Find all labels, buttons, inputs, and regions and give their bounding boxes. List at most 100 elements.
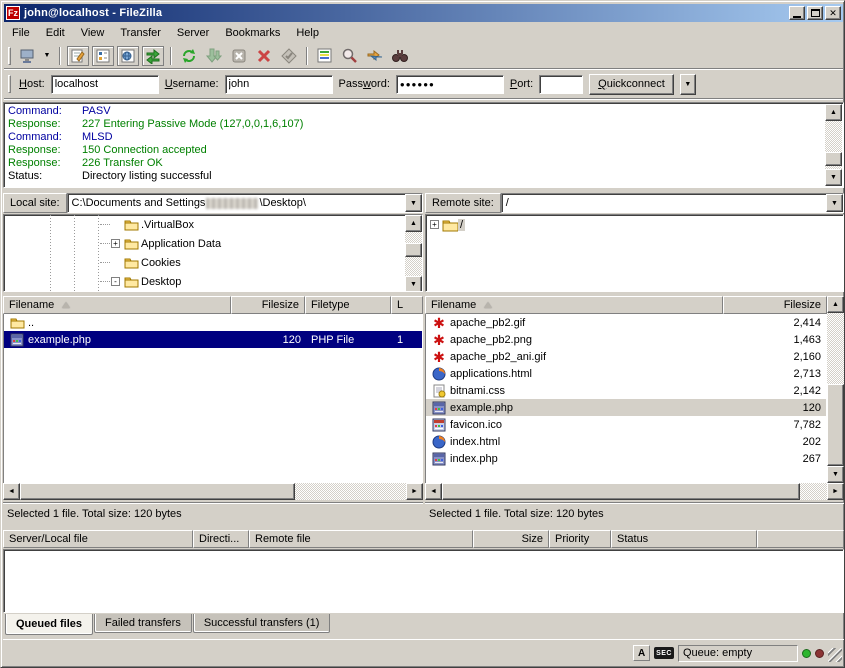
close-button[interactable]: ✕ [825, 6, 841, 20]
site-manager-dropdown-icon[interactable]: ▼ [41, 46, 53, 66]
file-row-example-php[interactable]: example.php 120 [426, 399, 826, 416]
remote-hscrollbar[interactable]: ◄ ► [425, 483, 844, 500]
synchronized-browsing-icon[interactable] [364, 46, 386, 66]
menu-bookmarks[interactable]: Bookmarks [217, 25, 288, 41]
log-scrollbar[interactable]: ▲ ▼ [825, 104, 842, 186]
log-line: Response:226 Transfer OK [8, 157, 823, 170]
remote-site-combo[interactable]: / ▼ [501, 193, 844, 213]
port-input[interactable] [539, 75, 583, 94]
file-row[interactable]: bitnami.css 2,142 [426, 382, 826, 399]
menu-view[interactable]: View [73, 25, 113, 41]
column-header-size[interactable]: Size [473, 530, 549, 548]
file-row[interactable]: ✱apache_pb2_ani.gif 2,160 [426, 348, 826, 365]
file-row[interactable]: favicon.ico 7,782 [426, 416, 826, 433]
scroll-left-icon[interactable]: ◄ [425, 483, 442, 500]
title-bar[interactable]: Fz john@localhost - FileZilla ✕ [4, 4, 843, 22]
maximize-icon [811, 9, 820, 17]
tree-item-desktop[interactable]: - Desktop [4, 272, 422, 291]
resize-grip[interactable] [828, 648, 842, 662]
tab-successful-transfers[interactable]: Successful transfers (1) [193, 614, 331, 633]
tree-item-cookies[interactable]: Cookies [4, 253, 422, 272]
column-header-filetype[interactable]: Filetype [305, 296, 391, 314]
scroll-thumb[interactable] [20, 483, 295, 500]
scroll-thumb[interactable] [825, 152, 842, 166]
menu-file[interactable]: File [4, 25, 38, 41]
chevron-down-icon[interactable]: ▼ [405, 194, 422, 212]
maximize-button[interactable] [807, 6, 823, 20]
column-header-lastmodified[interactable]: L [391, 296, 423, 314]
apply-icon[interactable] [278, 46, 300, 66]
scroll-down-icon[interactable]: ▼ [825, 169, 842, 186]
column-header-remote-file[interactable]: Remote file [249, 530, 473, 548]
tree-item-root[interactable]: + / [426, 215, 843, 234]
cancel-operation-icon[interactable] [228, 46, 250, 66]
host-input[interactable] [51, 75, 159, 94]
expander-plus-icon[interactable]: + [430, 220, 439, 229]
toolbar-grip[interactable] [8, 47, 11, 65]
remote-list-scrollbar[interactable]: ▲ ▼ [827, 296, 844, 483]
scroll-left-icon[interactable]: ◄ [3, 483, 20, 500]
column-header-priority[interactable]: Priority [549, 530, 611, 548]
username-input[interactable] [225, 75, 333, 94]
local-tree-scrollbar[interactable]: ▲ ▼ [405, 215, 422, 292]
queue-list[interactable] [3, 549, 844, 613]
column-header-status[interactable]: Status [611, 530, 757, 548]
filter-icon[interactable] [389, 46, 411, 66]
site-manager-icon[interactable] [16, 46, 38, 66]
menu-server[interactable]: Server [169, 25, 217, 41]
scroll-up-icon[interactable]: ▲ [825, 104, 842, 121]
ico-file-icon [431, 417, 447, 432]
scroll-up-icon[interactable]: ▲ [405, 215, 422, 232]
local-site-combo[interactable]: C:\Documents and Settings\Desktop\ ▼ [67, 193, 423, 213]
local-hscrollbar[interactable]: ◄ ► [3, 483, 423, 500]
menu-help[interactable]: Help [288, 25, 327, 41]
disconnect-icon[interactable] [253, 46, 275, 66]
quickconnect-button[interactable]: Quickconnect [589, 74, 674, 95]
column-header-direction[interactable]: Directi... [193, 530, 249, 548]
tree-item-virtualbox[interactable]: .VirtualBox [4, 215, 422, 234]
quickconnect-dropdown-icon[interactable]: ▼ [680, 74, 696, 95]
quickconnect-grip[interactable] [8, 75, 11, 93]
minimize-button[interactable] [789, 6, 805, 20]
menu-edit[interactable]: Edit [38, 25, 73, 41]
file-row-example-php[interactable]: example.php 120 PHP File 1 [4, 331, 422, 348]
scroll-thumb[interactable] [827, 384, 844, 466]
column-header-filesize[interactable]: Filesize [231, 296, 305, 314]
file-row-parent-dir[interactable]: .. [4, 314, 422, 331]
column-header-empty [757, 530, 844, 548]
transfer-type-indicator[interactable]: A [633, 645, 650, 661]
directory-comparison-icon[interactable] [314, 46, 336, 66]
toggle-transfer-queue-icon[interactable] [142, 46, 164, 66]
process-queue-icon[interactable] [203, 46, 225, 66]
column-header-filename[interactable]: Filename [3, 296, 231, 314]
scroll-right-icon[interactable]: ► [406, 483, 423, 500]
scroll-thumb[interactable] [405, 243, 422, 257]
column-header-filename[interactable]: Filename [425, 296, 723, 314]
tab-queued-files[interactable]: Queued files [5, 614, 93, 635]
scroll-right-icon[interactable]: ► [827, 483, 844, 500]
scroll-down-icon[interactable]: ▼ [827, 466, 844, 483]
scroll-thumb[interactable] [442, 483, 800, 500]
tree-item-application-data[interactable]: + Application Data [4, 234, 422, 253]
scroll-up-icon[interactable]: ▲ [827, 296, 844, 313]
find-files-icon[interactable] [339, 46, 361, 66]
column-header-filesize[interactable]: Filesize [723, 296, 827, 314]
file-row[interactable]: ✱apache_pb2.gif 2,414 [426, 314, 826, 331]
menu-transfer[interactable]: Transfer [112, 25, 169, 41]
password-input[interactable] [396, 75, 504, 94]
scroll-down-icon[interactable]: ▼ [405, 276, 422, 292]
toggle-local-tree-icon[interactable] [92, 46, 114, 66]
chevron-down-icon[interactable]: ▼ [826, 194, 843, 212]
expander-plus-icon[interactable]: + [111, 239, 120, 248]
refresh-icon[interactable] [178, 46, 200, 66]
remote-root-label[interactable]: / [458, 219, 465, 231]
expander-minus-icon[interactable]: - [111, 277, 120, 286]
file-row[interactable]: applications.html 2,713 [426, 365, 826, 382]
file-row[interactable]: index.html 202 [426, 433, 826, 450]
toggle-message-log-icon[interactable] [67, 46, 89, 66]
toggle-remote-tree-icon[interactable] [117, 46, 139, 66]
file-row[interactable]: ✱apache_pb2.png 1,463 [426, 331, 826, 348]
tab-failed-transfers[interactable]: Failed transfers [94, 614, 192, 633]
file-row[interactable]: index.php 267 [426, 450, 826, 467]
column-header-server-local-file[interactable]: Server/Local file [3, 530, 193, 548]
